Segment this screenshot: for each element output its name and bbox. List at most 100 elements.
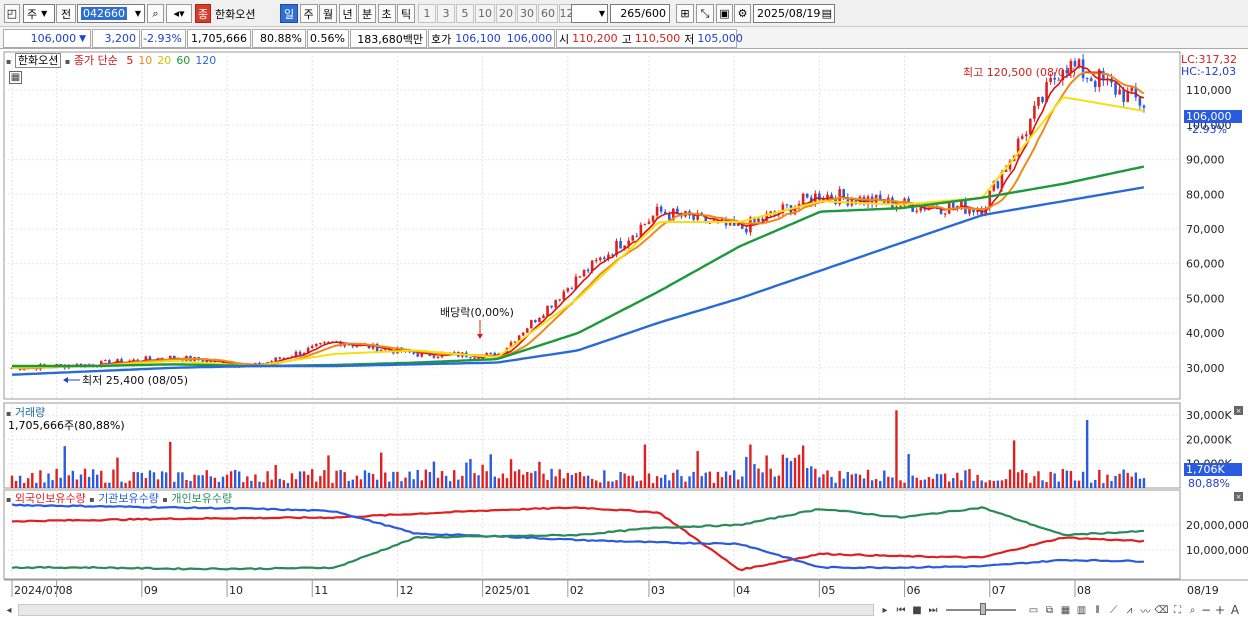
font-size-icon[interactable]: A (1228, 602, 1242, 618)
ma-legend-item[interactable]: 60 (176, 54, 190, 67)
eraser-icon[interactable]: ⌫ (1154, 602, 1169, 618)
down-arrow-icon: ▼ (79, 33, 86, 44)
period-tab[interactable]: 일 (280, 4, 298, 23)
change-value: 3,200 (92, 29, 140, 48)
stock-code-input[interactable]: 042660 ▼ (77, 4, 145, 23)
grid-icon[interactable]: ▦ (1058, 602, 1073, 618)
current-rate-tag: -2.93% (1188, 123, 1227, 136)
scroll-right-icon[interactable]: ▸ (878, 602, 892, 618)
price-tick-label: 60,000 (1186, 258, 1225, 271)
bar-chart-icon[interactable]: ▥ (1074, 602, 1089, 618)
volume-bar (436, 477, 440, 488)
volume-bar (396, 471, 399, 488)
line-chart-icon[interactable]: ⩘ (1122, 602, 1137, 618)
candle-icon[interactable]: ⫴ (1090, 602, 1105, 618)
volume-bar (943, 473, 947, 488)
close-icon[interactable]: × (1234, 406, 1243, 415)
ma-legend-item[interactable]: 5 (126, 54, 133, 67)
volume-bar (623, 473, 626, 488)
ma-legend-item[interactable]: 20 (157, 54, 171, 67)
interval-select[interactable]: ▼ (571, 4, 608, 23)
period-tab[interactable]: 월 (319, 4, 337, 23)
stop-icon[interactable]: ■ (910, 602, 924, 618)
prev-button[interactable]: 전 (56, 4, 76, 23)
volume-bar (108, 482, 111, 488)
table-icon[interactable]: ▦ (9, 71, 22, 84)
speaker-icon[interactable]: ◂▾ (166, 4, 192, 23)
crosshair-icon[interactable]: ⊞ (676, 4, 694, 23)
period-tab[interactable]: 년 (338, 4, 357, 23)
plus-icon[interactable]: + (1214, 602, 1226, 618)
horizontal-scrollbar[interactable] (18, 604, 874, 616)
save-icon[interactable]: ▣ (716, 4, 733, 23)
image-icon[interactable]: ⛶ (1170, 602, 1185, 618)
x-tick-label: 12 (399, 584, 413, 597)
volume-bar (238, 471, 241, 488)
chart-svg[interactable]: 2024/0708 09 10 11 12 2025/01 02 03 04 05 06 07 0811… (0, 49, 1248, 621)
search-icon[interactable]: ⌕ (147, 4, 164, 23)
layout-icon[interactable]: ▭ (1026, 602, 1041, 618)
volume-bar (83, 468, 87, 488)
volume-bar (562, 478, 565, 488)
ma-legend-item[interactable]: 120 (195, 54, 216, 67)
scroll-left-icon[interactable]: ◂ (2, 602, 16, 618)
interval-button[interactable]: 3 (437, 4, 455, 23)
date-input[interactable]: 2025/08/19 ▤ (753, 4, 835, 23)
interval-button[interactable]: 10 (475, 4, 495, 23)
interval-button[interactable]: 30 (517, 4, 537, 23)
volume-bar (793, 457, 797, 488)
price-stock-name[interactable]: 한화오션 (14, 53, 62, 68)
foreign-label[interactable]: 외국인보유수량 (15, 492, 86, 505)
trend-tool-icon[interactable]: ⤡ (696, 4, 714, 23)
gear-icon[interactable]: ⚙ (734, 4, 751, 23)
volume-bar (35, 482, 38, 488)
x-tick-label: 11 (314, 584, 328, 597)
chart-area[interactable]: 2024/07 08 09 10 11 12 2025/01 02 03 04 05 06 07 08 11… (0, 49, 1248, 621)
close-icon[interactable]: × (1234, 492, 1243, 501)
window-icon[interactable]: ◰ (4, 4, 20, 23)
copy-icon[interactable]: ⧉ (1042, 602, 1057, 618)
volume-bar (517, 469, 521, 488)
interval-button[interactable]: 1 (418, 4, 436, 23)
candle-body (1037, 96, 1040, 106)
interval-button[interactable]: 5 (456, 4, 474, 23)
trend-line-icon[interactable]: ⟋ (1106, 602, 1121, 618)
period-tab[interactable]: 초 (377, 4, 396, 23)
period-tab[interactable]: 주 (299, 4, 318, 23)
volume-bar (465, 462, 468, 488)
price-tick-label: 80,000 (1186, 188, 1225, 201)
volume-ratio-tag: 80,88% (1188, 477, 1230, 490)
volume-bar (380, 452, 383, 488)
candle-body (818, 193, 821, 201)
data-count-input[interactable]: 265/600 (610, 4, 670, 23)
candle-body (667, 214, 671, 220)
volume-bar (964, 470, 967, 488)
period-tab[interactable]: 분 (358, 4, 376, 23)
wave-icon[interactable]: 〰 (1138, 602, 1153, 618)
interval-button[interactable]: 20 (496, 4, 516, 23)
minus-icon[interactable]: − (1200, 602, 1212, 618)
volume-bar (948, 481, 951, 488)
zoom-slider-thumb[interactable] (980, 603, 986, 615)
volume-bar (887, 476, 890, 488)
market-type-select[interactable]: 주 ▼ (23, 4, 55, 23)
rewind-icon[interactable]: ⏮ (894, 602, 908, 618)
ma-legend-prefix[interactable]: 종가 단순 (74, 54, 118, 67)
inst-label[interactable]: 기관보유수량 (98, 492, 159, 505)
volume-bar (696, 451, 699, 488)
ma-legend-item[interactable]: 10 (138, 54, 152, 67)
period-tab[interactable]: 틱 (397, 4, 415, 23)
volume-current-tag: 1,706K (1184, 463, 1242, 476)
volume-bar (128, 480, 131, 488)
candle-body (1024, 134, 1028, 137)
interval-button[interactable]: 60 (538, 4, 558, 23)
candle-body (631, 235, 635, 241)
zoom-icon[interactable]: ⌕ (1186, 602, 1199, 618)
volume-bar (461, 475, 464, 488)
volume-title[interactable]: 거래량 (15, 406, 45, 419)
candle-body (314, 343, 318, 347)
fast-forward-icon[interactable]: ⏭ (926, 602, 940, 618)
volume-bar (270, 479, 273, 488)
indiv-label[interactable]: 개인보유수량 (171, 492, 232, 505)
volume-bar (566, 472, 570, 488)
